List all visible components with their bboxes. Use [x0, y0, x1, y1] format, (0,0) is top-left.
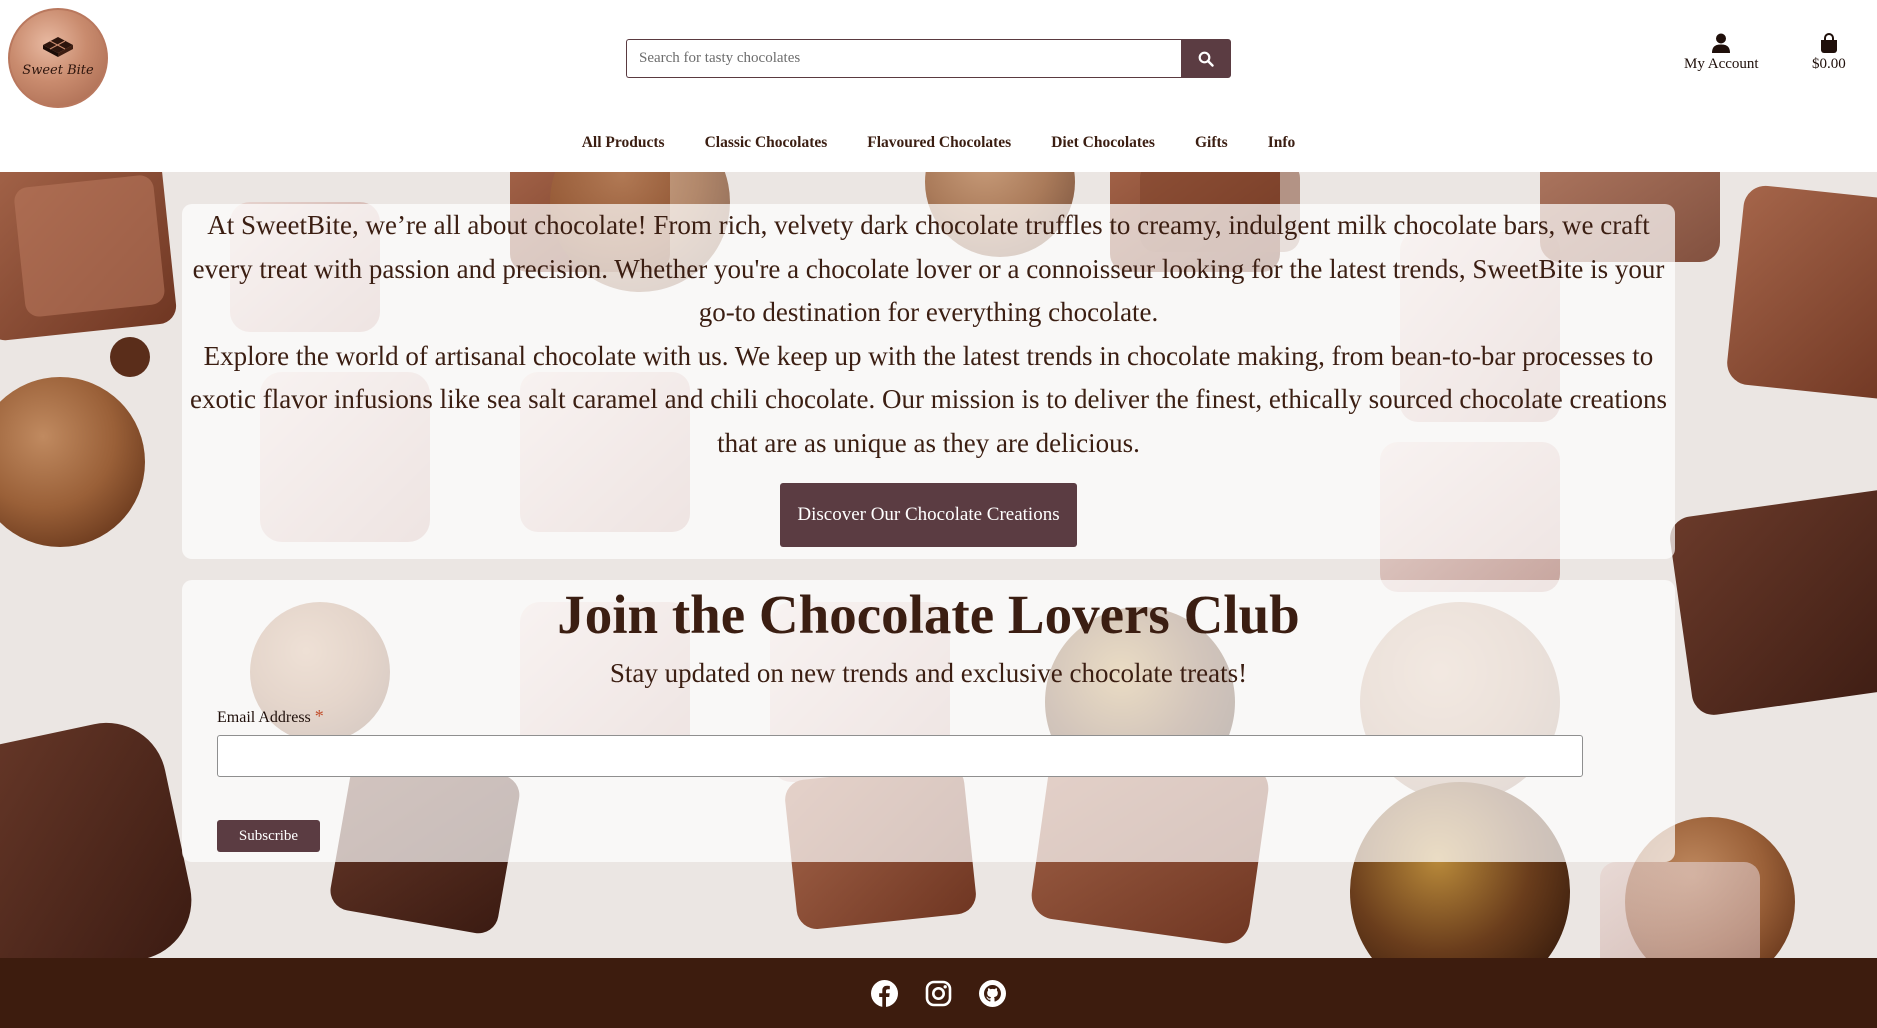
nav-diet-chocolates[interactable]: Diet Chocolates [1031, 134, 1175, 152]
github-icon [979, 979, 1006, 1007]
club-title: Join the Chocolate Lovers Club [557, 584, 1300, 645]
nav-flavoured-chocolates[interactable]: Flavoured Chocolates [847, 134, 1031, 152]
my-account-label: My Account [1684, 56, 1759, 72]
search-form [626, 39, 1231, 78]
intro-paragraph-2: Explore the world of artisanal chocolate… [189, 340, 1667, 458]
nav-gifts[interactable]: Gifts [1175, 134, 1248, 152]
search-button[interactable] [1181, 39, 1231, 78]
email-label-text: Email Address [217, 709, 311, 726]
subscribe-button[interactable]: Subscribe [217, 820, 320, 852]
main-nav: All Products Classic Chocolates Flavoure… [0, 134, 1877, 152]
email-label: Email Address * [217, 706, 324, 727]
chocolate-logo-icon [43, 36, 73, 57]
required-asterisk: * [314, 706, 324, 726]
shopping-bag-icon [1820, 33, 1837, 53]
instagram-icon [925, 980, 952, 1006]
user-icon [1712, 33, 1731, 53]
club-subtitle: Stay updated on new trends and exclusive… [609, 658, 1248, 688]
hero-section: At SweetBite, we’re all about chocolate!… [0, 172, 1877, 958]
search-input[interactable] [626, 39, 1181, 78]
facebook-link[interactable] [871, 979, 898, 1007]
intro-panel: At SweetBite, we’re all about chocolate!… [182, 204, 1675, 559]
cart-total: $0.00 [1812, 56, 1846, 72]
newsletter-panel: Join the Chocolate Lovers Club Stay upda… [182, 580, 1675, 862]
instagram-link[interactable] [925, 980, 952, 1007]
shopping-bag-link[interactable]: $0.00 [1812, 32, 1846, 73]
logo-text: Sweet Bite [22, 62, 94, 78]
search-icon [1198, 51, 1214, 67]
discover-creations-button[interactable]: Discover Our Chocolate Creations [780, 483, 1077, 547]
nav-classic-chocolates[interactable]: Classic Chocolates [685, 134, 848, 152]
sweetbite-logo[interactable]: Sweet Bite [8, 8, 108, 108]
nav-info[interactable]: Info [1248, 134, 1316, 152]
my-account-link[interactable]: My Account [1684, 32, 1759, 73]
facebook-icon [871, 979, 898, 1007]
github-link[interactable] [979, 979, 1006, 1007]
site-header: Sweet Bite My Account $0.00 All Products… [0, 0, 1877, 172]
nav-all-products[interactable]: All Products [562, 134, 685, 152]
intro-paragraph-1: At SweetBite, we’re all about chocolate!… [192, 210, 1665, 327]
site-footer [0, 958, 1877, 1028]
email-field[interactable] [217, 735, 1583, 777]
